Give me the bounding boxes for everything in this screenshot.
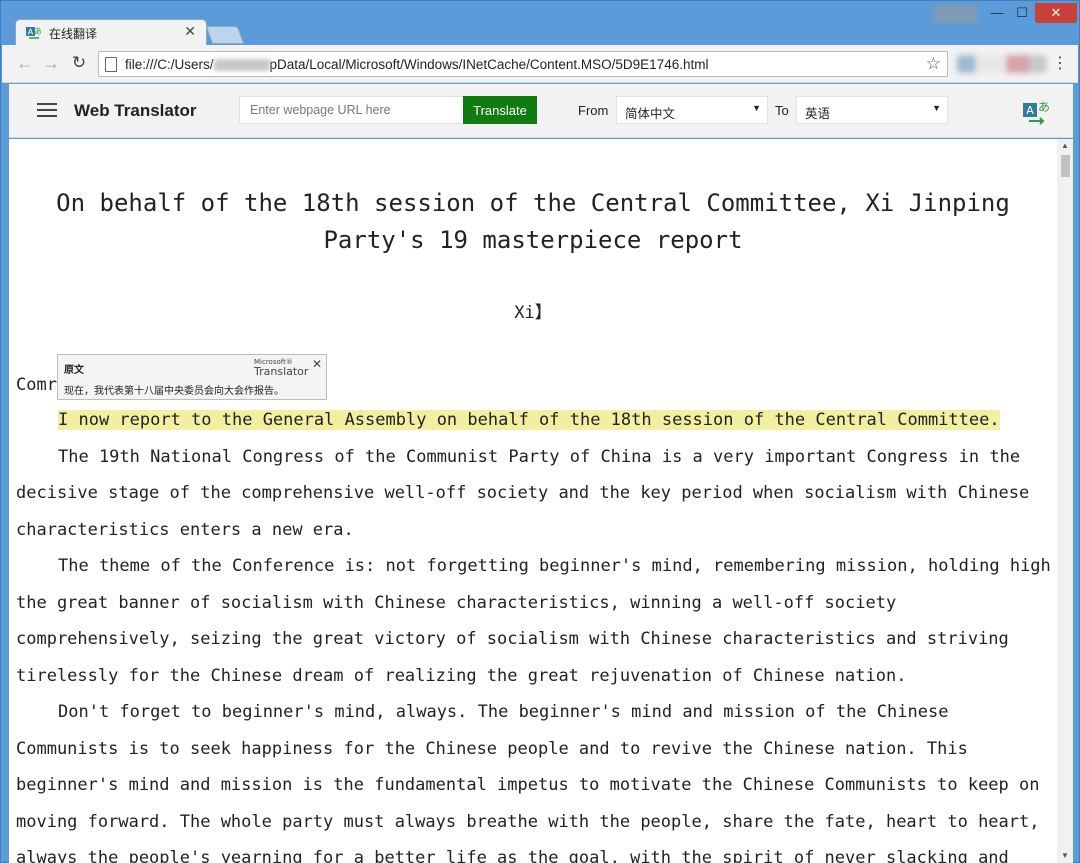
scroll-up-icon[interactable]: ▲ <box>1061 141 1069 150</box>
from-language-select[interactable]: 简体中文 ▼ <box>616 96 768 124</box>
minimize-icon[interactable]: — <box>986 3 1008 23</box>
translator-brand: Web Translator <box>74 101 197 120</box>
paragraph: The theme of the Conference is: not forg… <box>16 556 1051 686</box>
tab-close-icon[interactable]: ✕ <box>184 23 196 40</box>
from-label: From <box>578 103 609 118</box>
dropdown-arrow-icon: ▼ <box>932 103 941 113</box>
document-title: On behalf of the 18th session of the Cen… <box>56 189 1010 254</box>
reload-icon[interactable]: ↻ <box>68 53 90 73</box>
translate-button[interactable]: Translate <box>463 96 537 124</box>
document-author: Xi】 <box>514 303 552 323</box>
vertical-scrollbar[interactable]: ▲ ▼ <box>1057 139 1073 863</box>
svg-text:A: A <box>1026 104 1034 117</box>
page-content: On behalf of the 18th session of the Cen… <box>9 139 1057 863</box>
highlighted-sentence[interactable]: I now report to the General Assembly on … <box>16 402 1056 439</box>
paragraph: The 19th National Congress of the Commun… <box>16 446 1030 540</box>
page-icon <box>105 57 117 72</box>
forward-arrow-icon[interactable]: → <box>40 53 62 74</box>
address-bar[interactable]: file:///C:/Users/pData/Local/Microsoft/W… <box>98 51 948 77</box>
svg-text:あ: あ <box>34 27 42 36</box>
translator-logo-icon[interactable]: A あ <box>1023 97 1051 125</box>
document-body: I now report to the General Assembly on … <box>16 402 1056 863</box>
tooltip-label: 原文 <box>64 365 84 376</box>
tooltip-close-icon[interactable]: ✕ <box>312 357 322 371</box>
redacted-username <box>213 59 270 72</box>
profile-button[interactable] <box>934 5 978 23</box>
url-input[interactable] <box>239 96 464 124</box>
dropdown-arrow-icon: ▼ <box>752 103 761 113</box>
back-arrow-icon[interactable]: ← <box>14 53 36 74</box>
to-language-select[interactable]: 英语 ▼ <box>796 96 948 124</box>
url-text: file:///C:/Users/pData/Local/Microsoft/W… <box>125 57 709 72</box>
to-label: To <box>775 103 789 118</box>
bookmark-star-icon[interactable]: ☆ <box>926 54 941 74</box>
tooltip-original-text: 现在，我代表第十八届中央委员会向大会作报告。 <box>64 386 284 397</box>
scroll-thumb[interactable] <box>1061 155 1070 177</box>
new-tab-button[interactable] <box>205 26 245 44</box>
title-bar: A あ 在线翻译 ✕ — ☐ ✕ <box>1 1 1079 46</box>
translator-icon: A あ <box>26 27 42 39</box>
extension-icons[interactable] <box>957 55 1047 73</box>
scroll-down-icon[interactable]: ▼ <box>1061 851 1069 860</box>
browser-window: A あ 在线翻译 ✕ — ☐ ✕ ← → ↻ file:///C:/Users/… <box>0 0 1080 863</box>
paragraph: Don't forget to beginner's mind, always.… <box>16 702 1040 863</box>
browser-toolbar: ← → ↻ file:///C:/Users/pData/Local/Micro… <box>2 45 1078 83</box>
menu-dots-icon[interactable]: ⋮ <box>1052 53 1068 73</box>
original-text-tooltip: 原文 Microsoft® Translator ✕ 现在，我代表第十八届中央委员… <box>57 354 327 400</box>
tooltip-brand: Microsoft® Translator <box>254 358 309 378</box>
window-close-icon[interactable]: ✕ <box>1035 3 1077 23</box>
browser-tab[interactable]: A あ 在线翻译 ✕ <box>15 19 207 46</box>
svg-text:あ: あ <box>1038 100 1050 114</box>
salutation-text: Comr <box>16 375 57 395</box>
hamburger-menu-icon[interactable] <box>37 103 57 117</box>
svg-text:A: A <box>28 28 34 37</box>
tab-title: 在线翻译 <box>49 27 98 41</box>
maximize-icon[interactable]: ☐ <box>1011 3 1033 23</box>
translator-bar: Web Translator Translate From 简体中文 ▼ To … <box>9 84 1073 138</box>
